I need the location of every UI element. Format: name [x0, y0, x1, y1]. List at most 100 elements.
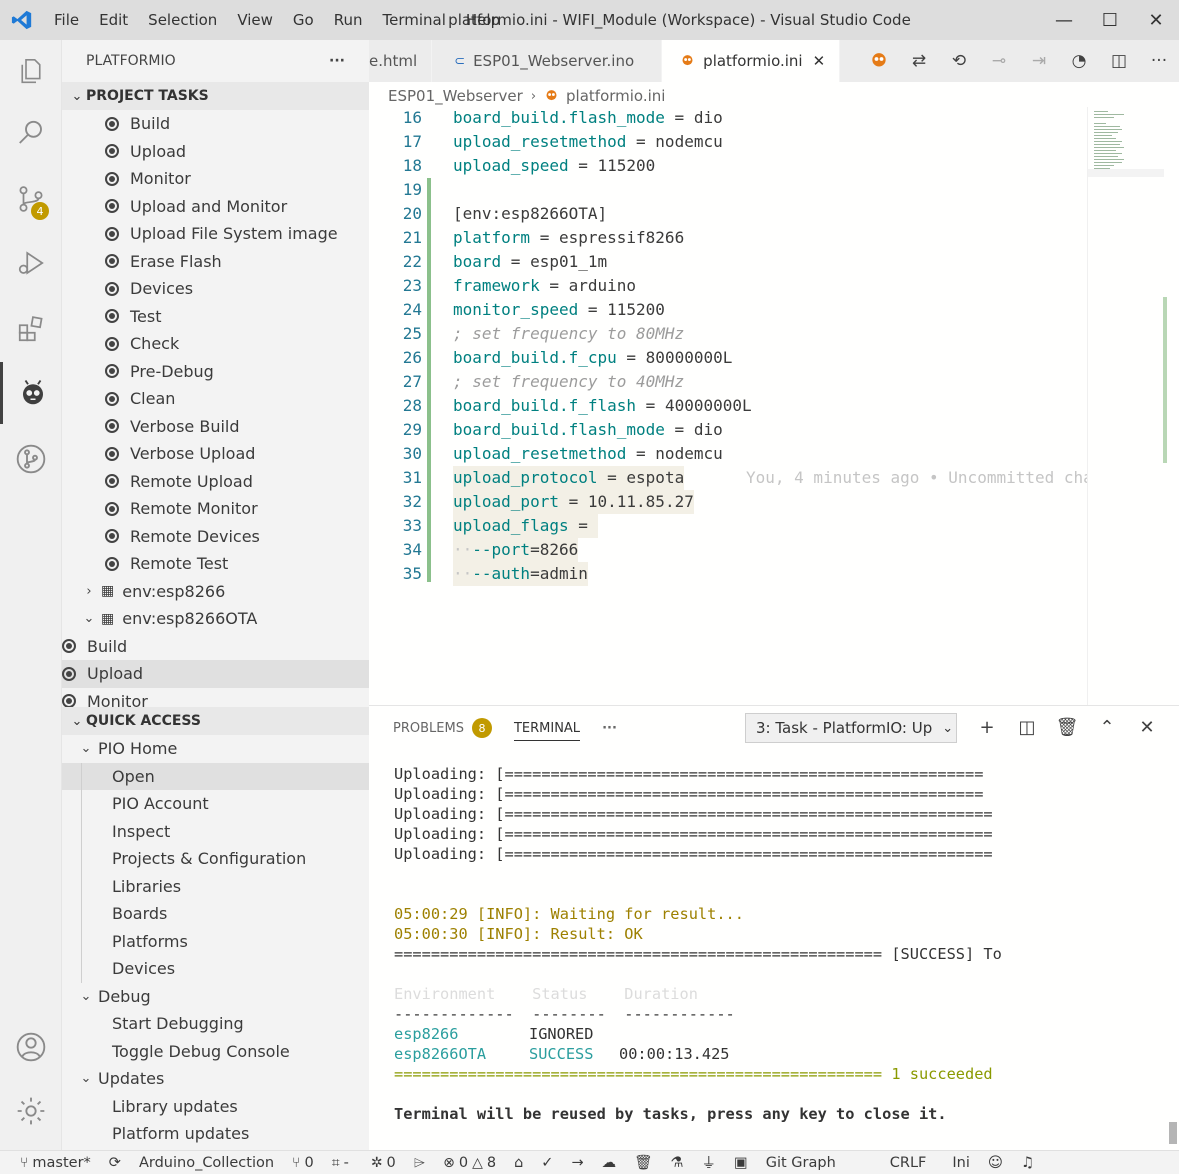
quick-access-item[interactable]: Start Debugging — [62, 1010, 369, 1038]
language-status[interactable]: Ini — [952, 1155, 970, 1171]
env-status[interactable]: ⌗ - — [332, 1155, 349, 1171]
env-task-item[interactable]: Upload — [62, 660, 369, 688]
split-editor-icon[interactable]: ◫ — [1099, 51, 1139, 71]
menu-go[interactable]: Go — [283, 0, 324, 40]
menu-view[interactable]: View — [227, 0, 283, 40]
minimize-button[interactable]: — — [1041, 0, 1087, 40]
more-actions-icon[interactable]: ··· — [1139, 51, 1179, 71]
task-item[interactable]: Remote Test — [105, 550, 369, 578]
broadcast-icon[interactable]: ⌲ — [414, 1155, 425, 1171]
env-esp8266[interactable]: › ▦ env:esp8266 — [62, 578, 369, 606]
minimap[interactable] — [1087, 107, 1179, 705]
task-item[interactable]: Upload — [105, 138, 369, 166]
tab-html[interactable]: e.html — [369, 40, 433, 82]
env-task-item[interactable]: Build — [62, 633, 369, 661]
close-panel-icon[interactable]: ✕ — [1127, 713, 1167, 743]
explorer-icon[interactable] — [0, 40, 62, 102]
env-esp8266ota[interactable]: ⌄ ▦ env:esp8266OTA — [62, 605, 369, 633]
close-tab-icon[interactable]: ✕ — [813, 52, 826, 70]
eol-status[interactable]: CRLF — [890, 1155, 927, 1171]
task-item[interactable]: Monitor — [105, 165, 369, 193]
platformio-home-icon[interactable] — [859, 49, 899, 74]
previous-change-icon[interactable]: ⊸ — [979, 51, 1019, 71]
menu-run[interactable]: Run — [324, 0, 373, 40]
quick-access-item[interactable]: Open — [62, 762, 369, 790]
platformio-icon[interactable] — [0, 362, 62, 424]
task-item[interactable]: Remote Devices — [105, 523, 369, 551]
task-item[interactable]: Erase Flash — [105, 248, 369, 276]
menu-selection[interactable]: Selection — [138, 0, 227, 40]
quick-access-item[interactable]: Platforms — [62, 928, 369, 956]
task-item[interactable]: Upload File System image — [105, 220, 369, 248]
pio-clean-icon[interactable]: 🗑 — [634, 1154, 652, 1171]
menu-terminal[interactable]: Terminal — [373, 0, 456, 40]
kill-terminal-icon[interactable]: 🗑 — [1047, 713, 1087, 743]
breadcrumb-file[interactable]: platformio.ini — [566, 87, 665, 105]
menu-edit[interactable]: Edit — [89, 0, 138, 40]
accounts-icon[interactable] — [0, 1016, 62, 1078]
project-status[interactable]: Arduino_Collection — [139, 1155, 274, 1171]
extensions-icon[interactable] — [0, 298, 62, 360]
menu-file[interactable]: File — [44, 0, 89, 40]
terminal-selector[interactable]: 3: Task - PlatformIO: Up ⌄ — [745, 713, 957, 743]
problems-status[interactable]: ⊗ 0 △ 8 — [443, 1155, 496, 1171]
git-graph-status[interactable]: Git Graph — [766, 1155, 836, 1171]
task-item[interactable]: Verbose Upload — [105, 440, 369, 468]
pio-home-icon[interactable]: ⌂ — [514, 1155, 523, 1171]
settings-gear-icon[interactable] — [0, 1080, 62, 1142]
quick-access-item[interactable]: PIO Account — [62, 790, 369, 818]
task-item[interactable]: Test — [105, 303, 369, 331]
minimap-slider[interactable] — [1088, 169, 1164, 177]
compare-changes-icon[interactable]: ⇄ — [899, 51, 939, 71]
quick-access-item[interactable]: Libraries — [62, 873, 369, 901]
quick-access-item[interactable]: Devices — [62, 955, 369, 983]
quick-access-item[interactable]: Projects & Configuration — [62, 845, 369, 873]
pio-test-icon[interactable]: ⚗ — [671, 1155, 684, 1171]
split-terminal-icon[interactable]: ◫ — [1007, 713, 1047, 743]
group-updates[interactable]: ⌄ Updates — [62, 1065, 369, 1093]
task-item[interactable]: Upload and Monitor — [105, 193, 369, 221]
debug-status[interactable]: ✲ 0 — [371, 1155, 396, 1171]
quick-access-header[interactable]: ⌄ QUICK ACCESS — [62, 707, 369, 735]
group-debug[interactable]: ⌄ Debug — [62, 983, 369, 1011]
maximize-button[interactable]: ☐ — [1087, 0, 1133, 40]
open-changes-icon[interactable]: ⟲ — [939, 51, 979, 71]
menu-help[interactable]: Help — [456, 0, 510, 40]
pio-terminal-icon[interactable]: ▣ — [734, 1155, 748, 1171]
close-window-button[interactable]: ✕ — [1133, 0, 1179, 40]
quick-access-item[interactable]: Toggle Debug Console — [62, 1038, 369, 1066]
group-pio-home[interactable]: ⌄ PIO Home — [62, 735, 369, 763]
task-item[interactable]: Check — [105, 330, 369, 358]
task-item[interactable]: Remote Monitor — [105, 495, 369, 523]
tab-platformio-ini[interactable]: platformio.ini ✕ — [662, 40, 841, 82]
pull-requests-status[interactable]: ⑂ 0 — [292, 1155, 314, 1171]
pio-build-icon[interactable]: ✓ — [541, 1155, 553, 1171]
project-tasks-header[interactable]: ⌄ PROJECT TASKS — [62, 82, 369, 110]
new-terminal-icon[interactable]: + — [967, 713, 1007, 743]
tab-esp01-webserver-ino[interactable]: ⊂ ESP01_Webserver.ino — [432, 40, 663, 82]
pio-upload-icon[interactable]: → — [571, 1155, 583, 1171]
task-item[interactable]: Remote Upload — [105, 468, 369, 496]
run-debug-icon[interactable] — [0, 232, 62, 294]
terminal-scrollbar[interactable] — [1169, 1122, 1177, 1144]
task-item[interactable]: Pre-Debug — [105, 358, 369, 386]
notifications-bell-icon[interactable]: ♫ — [1021, 1155, 1034, 1171]
code-editor[interactable]: 16 board_build.flash_mode = dio 17 upload_r… — [369, 107, 1087, 705]
task-item[interactable]: Verbose Build — [105, 413, 369, 441]
task-item[interactable]: Devices — [105, 275, 369, 303]
pio-remote-icon[interactable]: ☁ — [602, 1155, 617, 1171]
task-item[interactable]: Build — [105, 110, 369, 138]
quick-access-item[interactable]: Platform updates — [62, 1120, 369, 1148]
search-icon[interactable] — [0, 102, 62, 164]
tab-problems[interactable]: PROBLEMS 8 — [393, 718, 492, 738]
branch-status[interactable]: ⑂ master* — [20, 1155, 91, 1171]
sync-icon[interactable]: ⟳ — [109, 1155, 121, 1171]
quick-access-item[interactable]: Boards — [62, 900, 369, 928]
next-change-icon[interactable]: ⇥ — [1019, 51, 1059, 71]
quick-access-item[interactable]: Inspect — [62, 818, 369, 846]
panel-more-button[interactable]: ··· — [602, 721, 617, 736]
tab-terminal[interactable]: TERMINAL — [513, 721, 581, 741]
breadcrumb-folder[interactable]: ESP01_Webserver — [388, 87, 523, 105]
sidebar-more-button[interactable]: ··· — [329, 53, 345, 69]
git-graph-icon[interactable] — [0, 428, 62, 490]
